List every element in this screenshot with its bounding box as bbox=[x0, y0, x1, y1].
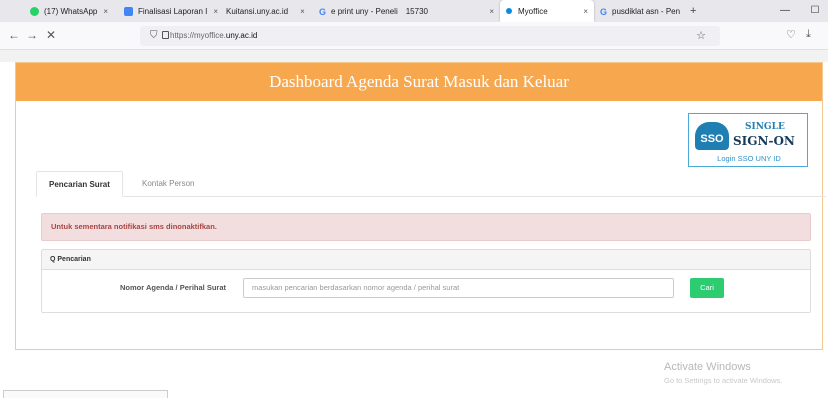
browser-navbar: ← → ✕ ⛉ https://myoffice.uny.ac.id ☆ ♡ ⤓ bbox=[0, 22, 828, 50]
loading-dot-icon bbox=[506, 8, 512, 14]
minimize-button[interactable]: — bbox=[770, 0, 800, 22]
activate-windows-subtitle: Go to Settings to activate Windows. bbox=[664, 376, 783, 385]
url-host: uny.ac.id bbox=[225, 31, 258, 40]
browser-status-bar bbox=[3, 390, 168, 398]
tab-label: Myoffice bbox=[518, 6, 548, 16]
document-icon bbox=[124, 6, 133, 16]
pocket-icon[interactable]: ♡ bbox=[786, 28, 796, 41]
forward-arrow-icon[interactable]: → bbox=[26, 28, 38, 42]
tab-extra-text: 15730 bbox=[405, 6, 428, 16]
browser-tab-strip: (17) WhatsApp × Finalisasi Laporan I × K… bbox=[0, 0, 828, 22]
google-icon: G bbox=[319, 6, 327, 17]
sso-logo-icon: SSO bbox=[695, 122, 729, 150]
close-tab-icon[interactable]: × bbox=[583, 7, 588, 16]
google-icon: G bbox=[600, 6, 608, 17]
sso-line2: SIGN-ON bbox=[733, 134, 795, 148]
page-tabs: Pencarian Surat Kontak Person bbox=[36, 171, 826, 197]
back-arrow-icon[interactable]: ← bbox=[8, 28, 20, 42]
tab-label: (17) WhatsApp bbox=[44, 6, 98, 16]
tab-label: pusdiklat asn - Pen bbox=[612, 6, 681, 16]
close-tab-icon[interactable]: × bbox=[103, 7, 108, 16]
sso-login-label: Login SSO UNY ID bbox=[717, 154, 781, 163]
browser-tab-finalisasi[interactable]: Finalisasi Laporan I × bbox=[118, 0, 218, 22]
search-input[interactable]: masukan pencarian berdasarkan nomor agen… bbox=[243, 278, 674, 298]
web-page: Dashboard Agenda Surat Masuk dan Keluar … bbox=[0, 50, 828, 398]
browser-tab-whatsapp[interactable]: (17) WhatsApp × bbox=[0, 0, 118, 22]
search-field-label: Nomor Agenda / Perihal Surat bbox=[120, 283, 226, 292]
sms-notice-alert: Untuk sementara notifikasi sms dinonakti… bbox=[41, 213, 811, 241]
tab-label: e print uny - Peneli bbox=[331, 6, 398, 16]
maximize-button[interactable]: ☐ bbox=[800, 0, 828, 22]
whatsapp-icon bbox=[30, 6, 39, 16]
activate-windows-title: Activate Windows bbox=[664, 361, 751, 373]
address-bar[interactable]: ⛉ https://myoffice.uny.ac.id ☆ bbox=[140, 26, 720, 46]
tab-label: Finalisasi Laporan I bbox=[138, 6, 208, 16]
browser-tab-kuitansi[interactable]: Kuitansi.uny.ac.id × bbox=[218, 0, 313, 22]
page-title: Dashboard Agenda Surat Masuk dan Keluar bbox=[16, 63, 822, 101]
browser-tab-myoffice[interactable]: Myoffice × bbox=[500, 0, 594, 22]
search-panel-title: Q Pencarian bbox=[42, 250, 810, 270]
page-top-band bbox=[0, 50, 828, 62]
sso-line1: SINGLE bbox=[745, 122, 785, 132]
tab-label: Kuitansi.uny.ac.id bbox=[226, 6, 289, 16]
search-panel: Q Pencarian Nomor Agenda / Perihal Surat… bbox=[41, 249, 811, 313]
browser-tab-pusdiklat[interactable]: G pusdiklat asn - Pen × bbox=[594, 0, 684, 22]
close-tab-icon[interactable]: × bbox=[300, 7, 305, 16]
download-icon[interactable]: ⤓ bbox=[806, 28, 811, 41]
bookmark-star-icon[interactable]: ☆ bbox=[696, 26, 706, 46]
search-button[interactable]: Cari bbox=[690, 278, 724, 298]
tab-kontak-person[interactable]: Kontak Person bbox=[130, 171, 206, 197]
url-prefix: https://myoffice. bbox=[170, 31, 226, 40]
sso-login-button[interactable]: SSO SINGLE SIGN-ON Login SSO UNY ID bbox=[688, 113, 808, 167]
new-tab-button[interactable]: + bbox=[690, 5, 696, 17]
browser-tab-eprint[interactable]: G e print uny - Peneli 15730 × bbox=[313, 0, 500, 22]
tab-pencarian-surat[interactable]: Pencarian Surat bbox=[36, 171, 123, 197]
close-tab-icon[interactable]: × bbox=[489, 7, 494, 16]
lock-icon[interactable] bbox=[162, 31, 169, 39]
shield-icon[interactable]: ⛉ bbox=[150, 30, 158, 42]
dashboard-card: Dashboard Agenda Surat Masuk dan Keluar … bbox=[15, 62, 826, 350]
stop-loading-icon[interactable]: ✕ bbox=[46, 28, 56, 42]
